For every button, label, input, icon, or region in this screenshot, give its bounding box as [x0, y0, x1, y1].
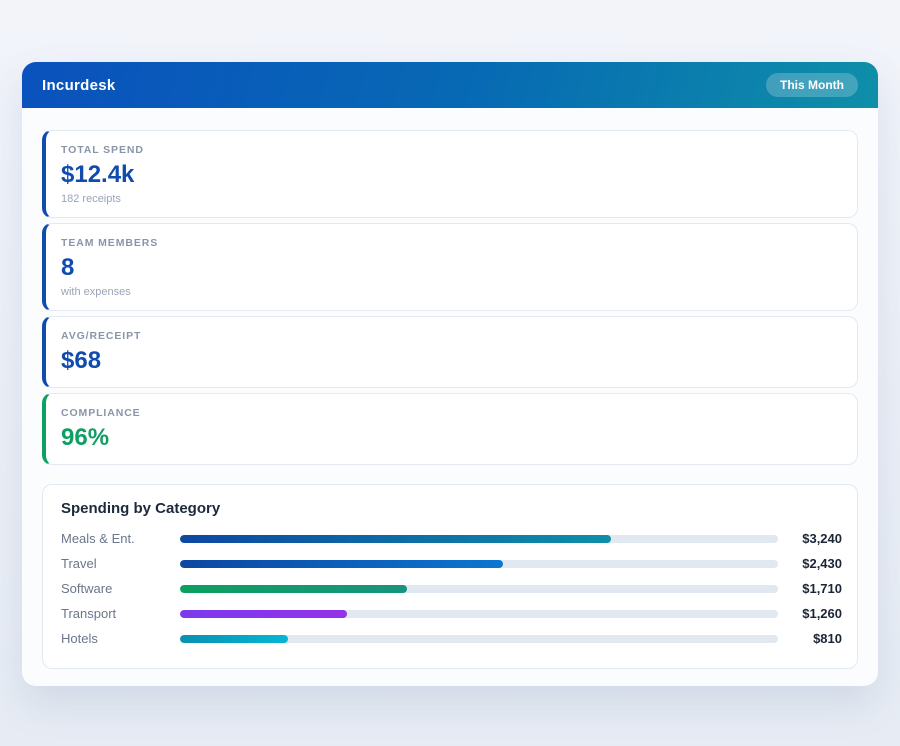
- stat-card-avg-receipt: AVG/RECEIPT $68: [42, 316, 858, 388]
- category-value: $1,260: [778, 606, 842, 621]
- category-label: Hotels: [61, 631, 180, 646]
- app-title: Incurdesk: [42, 77, 116, 94]
- panel-body: TOTAL SPEND $12.4k 182 receipts TEAM MEM…: [22, 108, 878, 669]
- category-value: $810: [778, 631, 842, 646]
- stat-card-team-members: TEAM MEMBERS 8 with expenses: [42, 223, 858, 311]
- chart-row-meals: Meals & Ent. $3,240: [61, 526, 842, 551]
- stat-caption: with expenses: [61, 286, 841, 298]
- stat-value: 8: [61, 254, 841, 282]
- category-label: Travel: [61, 556, 180, 571]
- bar-fill: [180, 635, 288, 643]
- category-value: $1,710: [778, 581, 842, 596]
- page-background: { "header": { "title": "Incurdesk", "bad…: [0, 0, 900, 746]
- chart-row-hotels: Hotels $810: [61, 626, 842, 651]
- category-label: Software: [61, 581, 180, 596]
- bar-track: [180, 585, 778, 593]
- bar-fill: [180, 535, 611, 543]
- stat-label: AVG/RECEIPT: [61, 330, 841, 342]
- stat-label: COMPLIANCE: [61, 407, 841, 419]
- chart-row-travel: Travel $2,430: [61, 551, 842, 576]
- category-value: $3,240: [778, 531, 842, 546]
- category-value: $2,430: [778, 556, 842, 571]
- bar-track: [180, 610, 778, 618]
- bar-fill: [180, 560, 503, 568]
- spending-by-category-card: Spending by Category Meals & Ent. $3,240…: [42, 484, 858, 669]
- bar-track: [180, 560, 778, 568]
- bar-track: [180, 535, 778, 543]
- app-header: Incurdesk This Month: [22, 62, 878, 108]
- stat-value: $68: [61, 347, 841, 375]
- stat-value: 96%: [61, 424, 841, 452]
- bar-fill: [180, 585, 407, 593]
- stat-card-compliance: COMPLIANCE 96%: [42, 393, 858, 465]
- stat-card-total-spend: TOTAL SPEND $12.4k 182 receipts: [42, 130, 858, 218]
- period-badge[interactable]: This Month: [766, 73, 858, 97]
- stat-caption: 182 receipts: [61, 193, 841, 205]
- chart-title: Spending by Category: [61, 500, 842, 517]
- category-label: Meals & Ent.: [61, 531, 180, 546]
- category-label: Transport: [61, 606, 180, 621]
- bar-fill: [180, 610, 347, 618]
- stat-label: TEAM MEMBERS: [61, 237, 841, 249]
- dashboard-panel: Incurdesk This Month TOTAL SPEND $12.4k …: [22, 62, 878, 686]
- stat-value: $12.4k: [61, 161, 841, 189]
- chart-row-software: Software $1,710: [61, 576, 842, 601]
- stat-label: TOTAL SPEND: [61, 144, 841, 156]
- bar-track: [180, 635, 778, 643]
- chart-row-transport: Transport $1,260: [61, 601, 842, 626]
